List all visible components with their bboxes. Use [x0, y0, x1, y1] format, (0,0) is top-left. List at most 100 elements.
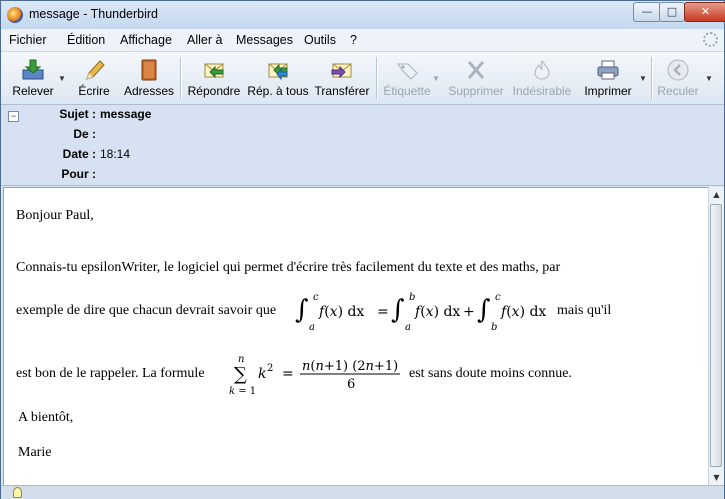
repondre-a-tous-label: Rép. à tous: [247, 84, 309, 98]
from-label: De :: [73, 127, 96, 141]
integral-symbol: ∫: [295, 295, 309, 325]
junk-flame-icon: [534, 59, 550, 80]
status-bar: [1, 485, 724, 499]
date-value: 18:14: [100, 147, 131, 161]
reply-icon: [204, 63, 224, 79]
reculer-dropdown-icon[interactable]: ▼: [705, 74, 713, 83]
menu-edition[interactable]: Édition: [67, 33, 105, 47]
toolbar-separator: [376, 57, 378, 99]
menu-affichage[interactable]: Affichage: [120, 33, 172, 47]
ecrire-button[interactable]: Écrire: [71, 52, 117, 104]
body-line-3-start: est bon de le rappeler. La formule: [16, 366, 205, 381]
indesirable-label: Indésirable: [512, 84, 572, 98]
body-line-2-end: mais qu'il: [557, 303, 612, 318]
supprimer-label: Supprimer: [448, 84, 504, 98]
etiquette-dropdown-icon[interactable]: ▼: [432, 74, 440, 83]
indesirable-button[interactable]: Indésirable: [509, 52, 575, 104]
integral-formula: ∫ c a f(x) dx = ∫ b a f(x) dx + ∫ c b f(…: [295, 292, 546, 333]
repondre-button[interactable]: Répondre: [185, 52, 243, 104]
imprimer-button[interactable]: Imprimer: [579, 52, 637, 104]
window-title: message - Thunderbird: [29, 7, 159, 21]
plus-sign: +: [463, 304, 475, 320]
fraction-numerator: n(n+1) (2n+1): [302, 359, 398, 374]
greeting-text: Bonjour Paul,: [16, 208, 94, 223]
sum-symbol: ∑: [234, 364, 247, 385]
message-body: Bonjour Paul, Connais-tu epsilonWriter, …: [3, 187, 709, 487]
back-arrow-icon: [667, 59, 689, 81]
transferer-label: Transférer: [314, 84, 370, 98]
reculer-button[interactable]: Reculer: [655, 52, 701, 104]
date-label: Date :: [62, 147, 96, 161]
address-book-icon: [141, 59, 157, 81]
subject-label: Sujet :: [59, 107, 96, 121]
sum-formula: n ∑ k = 1 k 2 = n(n+1) (2n+1) 6: [229, 354, 400, 397]
integral-bound: c: [313, 292, 319, 303]
sum-term: k: [258, 366, 266, 382]
integral-bound: a: [405, 322, 411, 333]
repondre-a-tous-button[interactable]: Rép. à tous: [245, 52, 311, 104]
transferer-button[interactable]: Transférer: [313, 52, 371, 104]
integral-symbol: ∫: [477, 295, 491, 325]
supprimer-button[interactable]: Supprimer: [445, 52, 507, 104]
body-line-1: Connais-tu epsilonWriter, le logiciel qu…: [16, 260, 561, 275]
print-icon: [597, 60, 619, 80]
message-header-pane: − Sujet : message De : Date : 18:14 Pour…: [1, 105, 724, 186]
repondre-label: Répondre: [187, 84, 241, 98]
ecrire-label: Écrire: [78, 84, 110, 98]
fraction-denominator: 6: [347, 377, 355, 392]
to-label: Pour :: [61, 167, 96, 181]
adresses-button[interactable]: Adresses: [123, 52, 175, 104]
toolbar-separator: [180, 57, 182, 99]
vertical-scrollbar[interactable]: ▲ ▼: [708, 187, 724, 485]
relever-button[interactable]: Relever: [5, 52, 61, 104]
toolbar-separator: [651, 57, 653, 99]
imprimer-label: Imprimer: [584, 84, 632, 98]
integral-bound: b: [409, 292, 415, 303]
delete-icon: [467, 61, 485, 79]
tag-icon: [397, 63, 418, 80]
integral-bound: a: [309, 322, 315, 333]
integral-symbol: ∫: [391, 295, 405, 325]
scroll-down-icon[interactable]: ▼: [709, 470, 724, 485]
main-toolbar: Relever ▼ Écrire Adresses Répondre Rép. …: [1, 52, 724, 105]
integral-bound: c: [495, 292, 501, 303]
menu-help[interactable]: ?: [350, 33, 357, 47]
closing-text: A bientôt,: [18, 410, 74, 425]
close-button[interactable]: ✕: [684, 2, 725, 22]
get-mail-icon: [22, 59, 44, 80]
menu-fichier[interactable]: Fichier: [9, 33, 47, 47]
activity-throbber-icon: [703, 32, 718, 47]
maximize-button[interactable]: □: [659, 2, 685, 22]
imprimer-dropdown-icon[interactable]: ▼: [639, 74, 647, 83]
integrand: f(x) dx: [318, 304, 364, 320]
title-bar: message - Thunderbird — □ ✕: [1, 1, 725, 29]
lightbulb-icon: [13, 487, 22, 498]
menu-outils[interactable]: Outils: [304, 33, 336, 47]
subject-value: message: [100, 107, 152, 121]
write-pencil-icon: [86, 60, 105, 80]
minimize-button[interactable]: —: [633, 2, 661, 22]
etiquette-label: Étiquette: [383, 84, 431, 98]
menu-aller-a[interactable]: Aller à: [187, 33, 222, 47]
sum-lower-bound: k = 1: [229, 386, 256, 397]
equals-sign: =: [282, 366, 294, 382]
scrollbar-thumb[interactable]: [710, 204, 722, 467]
relever-dropdown-icon[interactable]: ▼: [58, 74, 66, 83]
etiquette-button[interactable]: Étiquette: [379, 52, 435, 104]
relever-label: Relever: [12, 84, 54, 98]
scroll-up-icon[interactable]: ▲: [709, 187, 724, 202]
signature-text: Marie: [18, 445, 52, 460]
menu-messages[interactable]: Messages: [236, 33, 293, 47]
thunderbird-window: message - Thunderbird — □ ✕ Fichier Édit…: [0, 0, 725, 499]
thunderbird-icon: [7, 7, 23, 23]
adresses-label: Adresses: [123, 84, 175, 98]
reply-all-icon: [268, 63, 288, 81]
forward-icon: [331, 63, 352, 79]
equals-sign: =: [377, 304, 389, 320]
sum-exponent: 2: [267, 363, 273, 374]
body-line-3-end: est sans doute moins connue.: [409, 366, 572, 381]
menu-bar: Fichier Édition Affichage Aller à Messag…: [1, 29, 724, 52]
integral-bound: b: [491, 322, 497, 333]
reculer-label: Reculer: [657, 84, 699, 98]
body-line-2-start: exemple de dire que chacun devrait savoi…: [16, 303, 277, 318]
